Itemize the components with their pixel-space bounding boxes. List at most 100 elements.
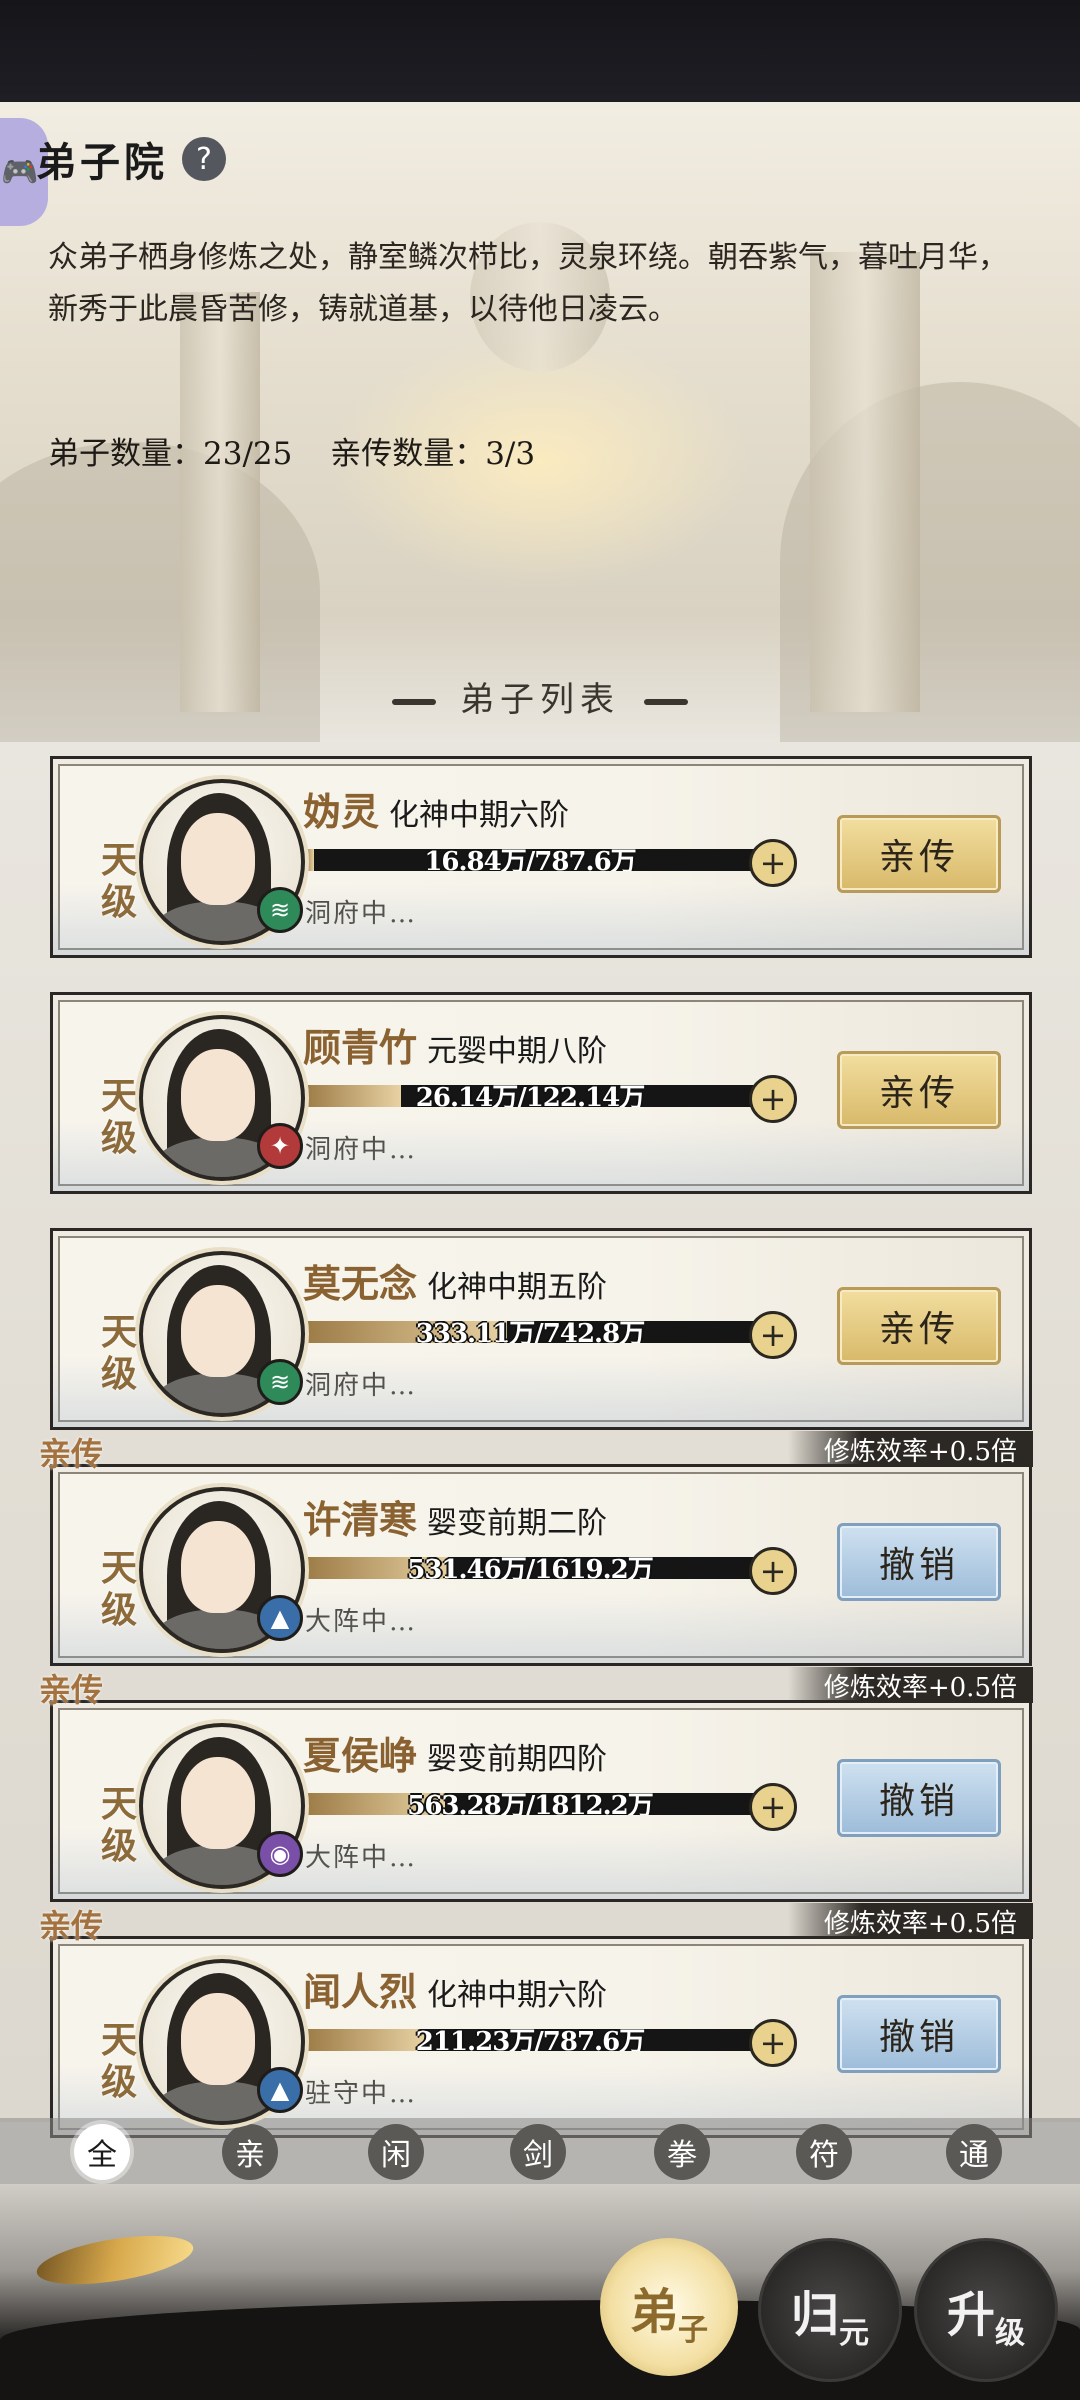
status-text: 洞府中… <box>305 899 418 929</box>
status-text: 洞府中… <box>305 1135 418 1165</box>
disciple-card[interactable]: 天级 ≋ 莫无念 化神中期五阶 333.11万/742.8万 + 洞府中… 亲传 <box>50 1228 1032 1430</box>
grade-label: 天级 <box>101 839 138 923</box>
grade-label: 天级 <box>101 1311 138 1395</box>
disciple-card[interactable]: 亲传 修炼效率+0.5倍 天级 ◉ 夏侯峥 婴变前期四阶 563.28万/1812… <box>39 1667 1033 1902</box>
progress-text: 563.28万/1812.2万 <box>407 1793 654 1815</box>
revoke-button[interactable]: 撤销 <box>837 1523 1001 1601</box>
cultivation-bonus-badge: 修炼效率+0.5倍 <box>787 1903 1033 1939</box>
add-exp-button[interactable]: + <box>749 1783 797 1831</box>
filter-sword[interactable]: 剑 <box>510 2124 566 2180</box>
disciple-count: 弟子数量：23/25 <box>48 436 293 472</box>
add-exp-button[interactable]: + <box>749 1075 797 1123</box>
fire-element-icon: ✦ <box>257 1123 303 1169</box>
top-status-bar <box>0 0 1080 102</box>
direct-disciple-tag: 亲传 <box>39 1671 104 1709</box>
cultivation-realm: 化神中期五阶 <box>427 1270 608 1305</box>
status-text: 洞府中… <box>305 1371 418 1401</box>
temple-background <box>0 102 1080 742</box>
face-shape <box>181 1285 255 1377</box>
grade-label: 天级 <box>101 1783 138 1867</box>
status-text: 大阵中… <box>305 1843 418 1873</box>
ornament-right-icon <box>644 699 688 705</box>
progress-bar: 16.84万/787.6万 <box>305 849 755 871</box>
cultivation-realm: 婴变前期四阶 <box>427 1742 608 1777</box>
thunder-element-icon: ◉ <box>257 1831 303 1877</box>
nav-upgrade-char2: 级 <box>995 2316 1025 2351</box>
progress-bar: 26.14万/122.14万 <box>305 1085 755 1107</box>
disciple-card[interactable]: 亲传 修炼效率+0.5倍 天级 ▲ 闻人烈 化神中期六阶 211.23万/787.… <box>39 1903 1033 2138</box>
make-direct-button[interactable]: 亲传 <box>837 1051 1001 1129</box>
name-row: 妫灵 化神中期六阶 <box>303 781 569 836</box>
filter-direct[interactable]: 亲 <box>222 2124 278 2180</box>
cultivation-bonus-badge: 修炼效率+0.5倍 <box>787 1667 1033 1703</box>
revoke-button[interactable]: 撤销 <box>837 1995 1001 2073</box>
wind-element-icon: ≋ <box>257 1359 303 1405</box>
cultivation-realm: 元婴中期八阶 <box>427 1034 608 1069</box>
progress-bar: 531.46万/1619.2万 <box>305 1557 755 1579</box>
page-title: 弟子院 <box>36 139 168 186</box>
gamepad-icon: 🎮 <box>1 154 39 190</box>
disciple-card[interactable]: 亲传 修炼效率+0.5倍 天级 ▲ 许清寒 婴变前期二阶 531.46万/1619… <box>39 1431 1033 1666</box>
revoke-button[interactable]: 撤销 <box>837 1759 1001 1837</box>
face-shape <box>181 1521 255 1613</box>
page-description: 众弟子栖身修炼之处，静室鳞次栉比，灵泉环绕。朝吞紫气，暮吐月华，新秀于此晨昏苦修… <box>48 240 1008 327</box>
grade-label: 天级 <box>101 1075 138 1159</box>
cultivation-realm: 化神中期六阶 <box>427 1978 608 2013</box>
progress-bar: 211.23万/787.6万 <box>305 2029 755 2051</box>
status-text: 大阵中… <box>305 1607 418 1637</box>
nav-upgrade-char1: 升 <box>946 2287 995 2343</box>
progress-text: 333.11万/742.8万 <box>415 1321 645 1343</box>
disciple-card[interactable]: 天级 ✦ 顾青竹 元婴中期八阶 26.14万/122.14万 + 洞府中… 亲传 <box>50 992 1032 1194</box>
progress-text: 26.14万/122.14万 <box>415 1085 645 1107</box>
nav-guiyuan-char1: 归 <box>790 2287 839 2343</box>
list-title: 弟子列表 <box>460 680 620 720</box>
filter-talisman[interactable]: 符 <box>796 2124 852 2180</box>
pillar-left <box>180 292 260 712</box>
name-row: 许清寒 婴变前期二阶 <box>303 1489 607 1544</box>
filter-fist[interactable]: 拳 <box>654 2124 710 2180</box>
cultivation-realm: 婴变前期二阶 <box>427 1506 608 1541</box>
face-shape <box>181 1993 255 2085</box>
make-direct-button[interactable]: 亲传 <box>837 1287 1001 1365</box>
disciple-name: 莫无念 <box>303 1261 418 1306</box>
grade-label: 天级 <box>101 2019 138 2103</box>
face-shape <box>181 1049 255 1141</box>
add-exp-button[interactable]: + <box>749 839 797 887</box>
add-exp-button[interactable]: + <box>749 1547 797 1595</box>
water-element-icon: ▲ <box>257 2067 303 2113</box>
filter-idle[interactable]: 闲 <box>368 2124 424 2180</box>
add-exp-button[interactable]: + <box>749 2019 797 2067</box>
direct-disciple-tag: 亲传 <box>39 1435 104 1473</box>
water-element-icon: ▲ <box>257 1595 303 1641</box>
nav-disciple-char1: 弟 <box>629 2284 678 2340</box>
nav-upgrade-button[interactable]: 升级 <box>914 2238 1058 2382</box>
filter-all[interactable]: 全 <box>74 2124 130 2180</box>
ornament-left-icon <box>392 699 436 705</box>
filter-general[interactable]: 通 <box>946 2124 1002 2180</box>
grade-label: 天级 <box>101 1547 138 1631</box>
header: 弟子院 ? <box>36 130 226 188</box>
direct-disciple-count: 亲传数量：3/3 <box>330 436 536 472</box>
nav-disciple-char2: 子 <box>678 2313 708 2348</box>
nav-disciple-button[interactable]: 弟子 <box>600 2238 738 2376</box>
name-row: 闻人烈 化神中期六阶 <box>303 1961 607 2016</box>
direct-disciple-tag: 亲传 <box>39 1907 104 1945</box>
make-direct-button[interactable]: 亲传 <box>837 815 1001 893</box>
count-row: 弟子数量：23/25 亲传数量：3/3 <box>48 428 563 473</box>
status-text: 驻守中… <box>305 2079 418 2109</box>
nav-guiyuan-button[interactable]: 归元 <box>758 2238 902 2382</box>
disciple-name: 妫灵 <box>303 789 380 834</box>
progress-text: 531.46万/1619.2万 <box>407 1557 654 1579</box>
nav-guiyuan-char2: 元 <box>839 2316 869 2351</box>
cultivation-bonus-badge: 修炼效率+0.5倍 <box>787 1431 1033 1467</box>
progress-text: 211.23万/787.6万 <box>415 2029 645 2051</box>
progress-bar: 563.28万/1812.2万 <box>305 1793 755 1815</box>
name-row: 夏侯峥 婴变前期四阶 <box>303 1725 607 1780</box>
help-icon[interactable]: ? <box>182 137 226 181</box>
list-title-row: 弟子列表 <box>0 672 1080 721</box>
disciple-name: 顾青竹 <box>303 1025 418 1070</box>
face-shape <box>181 1757 255 1849</box>
disciple-card[interactable]: 天级 ≋ 妫灵 化神中期六阶 16.84万/787.6万 + 洞府中… 亲传 <box>50 756 1032 958</box>
progress-text: 16.84万/787.6万 <box>424 849 636 871</box>
add-exp-button[interactable]: + <box>749 1311 797 1359</box>
